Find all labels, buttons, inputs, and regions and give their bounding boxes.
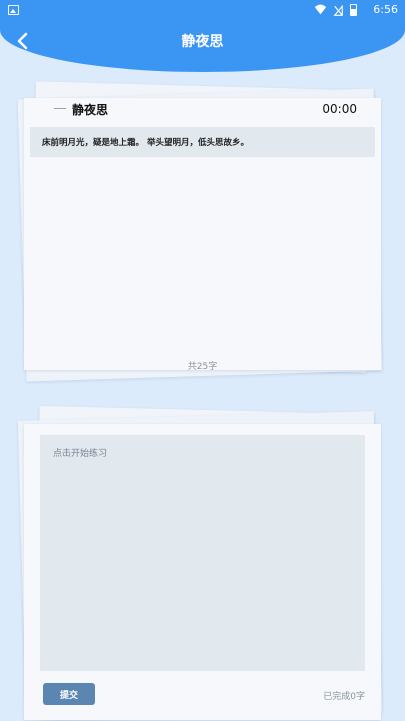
page-title: 静夜思 xyxy=(181,34,224,50)
poem-text-box: 床前明月光，疑是地上霜。 举头望明月，低头思故乡。 xyxy=(30,127,375,157)
practice-input-area[interactable]: 点击开始练习 xyxy=(40,435,365,671)
wifi-icon xyxy=(314,4,327,15)
poem-title: 静夜思 xyxy=(72,103,109,117)
practice-hint: 点击开始练习 xyxy=(53,449,108,459)
battery-icon xyxy=(350,3,357,16)
no-signal-icon xyxy=(333,4,343,16)
status-time: 6:56 xyxy=(373,3,398,16)
timer: 00:00 xyxy=(322,102,357,116)
poem-text: 床前明月光，疑是地上霜。 举头望明月，低头思故乡。 xyxy=(42,138,249,148)
title-dash xyxy=(54,108,66,109)
character-count: 共25字 xyxy=(187,362,218,372)
completed-count: 已完成0字 xyxy=(323,692,365,702)
submit-button[interactable]: 提交 xyxy=(43,683,95,705)
photo-icon xyxy=(8,5,19,15)
status-bar: 6:56 xyxy=(0,0,405,20)
header-bar: 静夜思 xyxy=(0,20,405,72)
